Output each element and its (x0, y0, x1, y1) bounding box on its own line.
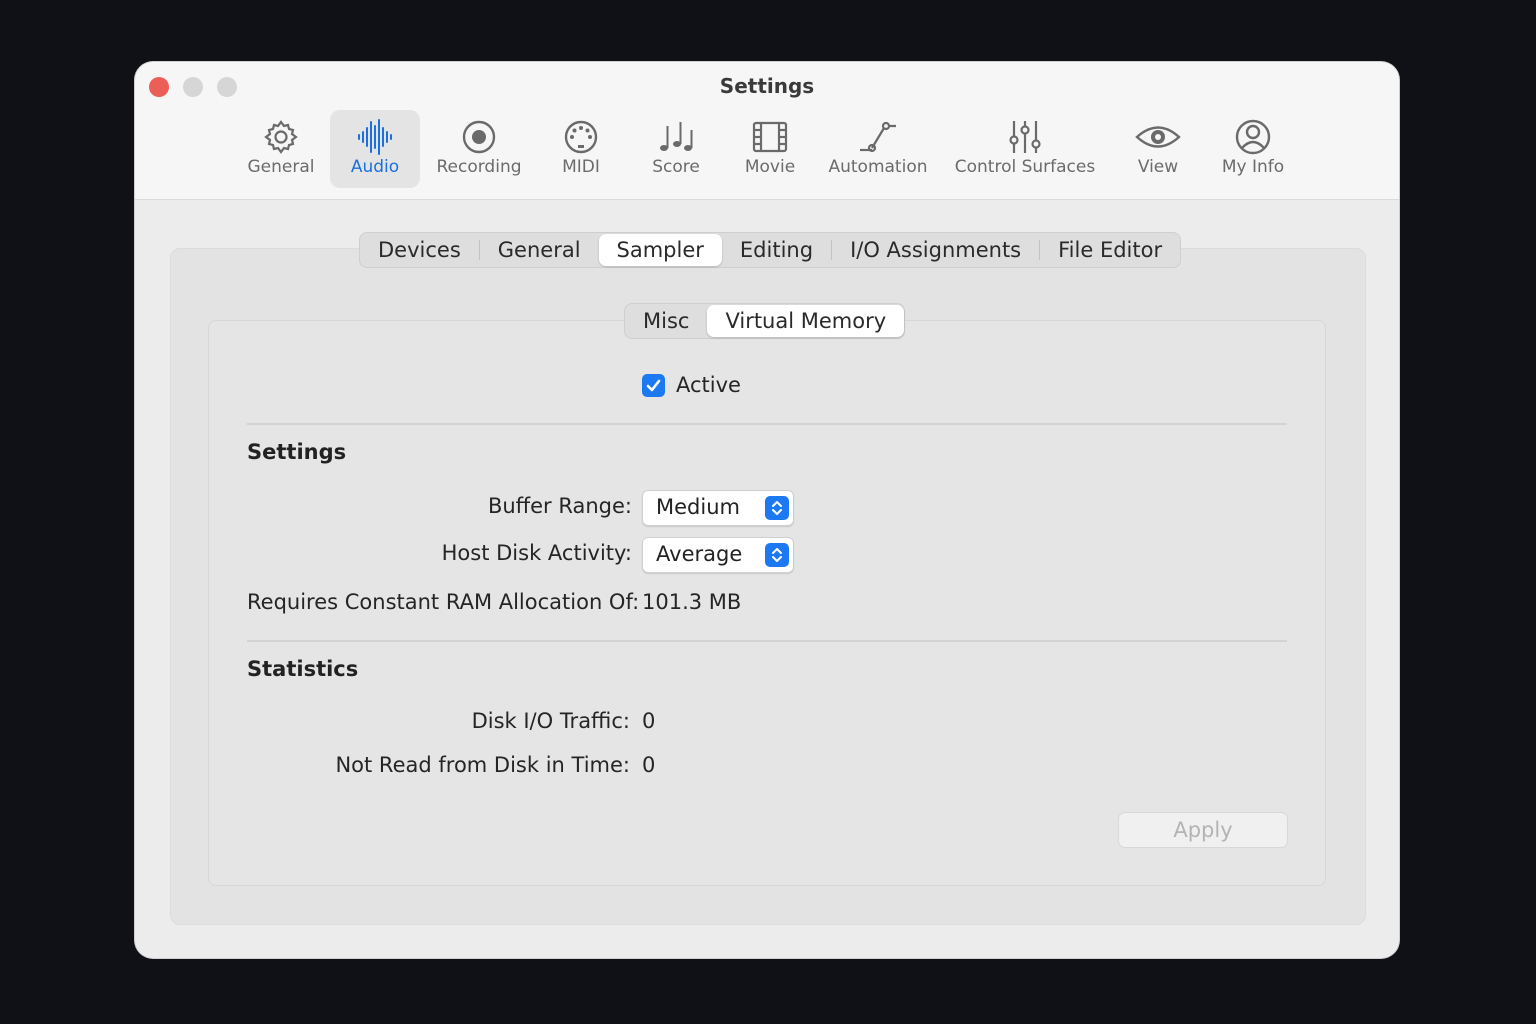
toolbar-item-automation[interactable]: Automation (827, 110, 929, 188)
checkmark-icon (646, 379, 661, 392)
ram-allocation-value: 101.3 MB (642, 590, 742, 614)
disk-io-traffic-label: Disk I/O Traffic: (471, 709, 630, 733)
record-icon (462, 120, 496, 154)
toolbar-item-view[interactable]: View (1125, 110, 1191, 188)
up-down-chevron-icon (765, 496, 789, 520)
toolbar-label: MIDI (562, 157, 600, 177)
toolbar-item-control-surfaces[interactable]: Control Surfaces (949, 110, 1101, 188)
host-disk-activity-value: Average (656, 542, 743, 566)
music-notes-icon (660, 122, 693, 151)
toolbar-label: Automation (828, 157, 928, 177)
toolbar-item-movie[interactable]: Movie (735, 110, 805, 188)
eye-icon (1135, 126, 1181, 148)
active-label: Active (676, 373, 741, 397)
toolbar-item-general[interactable]: General (239, 110, 323, 188)
waveform-icon (358, 119, 392, 155)
active-checkbox[interactable] (642, 374, 665, 397)
host-disk-activity-popup[interactable]: Average (642, 537, 794, 573)
tab-sampler[interactable]: Sampler (598, 234, 722, 266)
tab-file-editor[interactable]: File Editor (1040, 234, 1180, 266)
tab-editing[interactable]: Editing (722, 234, 831, 266)
tab-general[interactable]: General (480, 234, 599, 266)
tab-virtual-memory[interactable]: Virtual Memory (707, 305, 905, 337)
buffer-range-label: Buffer Range: (487, 494, 632, 518)
toolbar-label: Recording (436, 157, 522, 177)
divider (247, 640, 1287, 642)
ram-allocation-label: Requires Constant RAM Allocation Of: (247, 590, 640, 614)
toolbar-item-audio[interactable]: Audio (330, 110, 420, 188)
toolbar-label: Control Surfaces (954, 157, 1096, 177)
disk-io-traffic-value: 0 (642, 709, 656, 733)
automation-curve-icon (860, 121, 896, 153)
tab-misc[interactable]: Misc (625, 305, 707, 337)
host-disk-activity-label: Host Disk Activity: (441, 541, 632, 565)
not-read-from-disk-label: Not Read from Disk in Time: (335, 753, 630, 777)
toolbar-label: Movie (744, 157, 796, 177)
midi-connector-icon (564, 120, 598, 154)
toolbar-label: My Info (1221, 157, 1285, 177)
divider (247, 423, 1287, 425)
apply-button[interactable]: Apply (1118, 812, 1288, 848)
audio-tab-bar: Devices General Sampler Editing I/O Assi… (359, 232, 1182, 268)
tab-devices[interactable]: Devices (360, 234, 479, 266)
toolbar-item-midi[interactable]: MIDI (549, 110, 613, 188)
up-down-chevron-icon (765, 543, 789, 567)
sampler-tab-bar: Misc Virtual Memory (624, 303, 906, 339)
toolbar-label: General (247, 157, 315, 177)
buffer-range-value: Medium (656, 495, 740, 519)
gear-icon (264, 120, 298, 154)
settings-section-title: Settings (247, 440, 347, 464)
toolbar-label: Score (652, 157, 700, 177)
film-icon (752, 121, 788, 153)
tab-io-assignments[interactable]: I/O Assignments (832, 234, 1039, 266)
toolbar-item-recording[interactable]: Recording (429, 110, 529, 188)
toolbar-label: Audio (350, 157, 400, 177)
toolbar-label: View (1137, 157, 1179, 177)
toolbar-item-score[interactable]: Score (641, 110, 711, 188)
buffer-range-popup[interactable]: Medium (642, 490, 794, 526)
toolbar-item-my-info[interactable]: My Info (1213, 110, 1293, 188)
statistics-section-title: Statistics (247, 657, 359, 681)
window-title: Settings (719, 74, 815, 98)
person-circle-icon (1235, 119, 1271, 155)
title-bar: Settings General Audio Recording MIDI Sc… (135, 62, 1399, 200)
not-read-from-disk-value: 0 (642, 753, 656, 777)
sliders-icon (1009, 121, 1041, 153)
